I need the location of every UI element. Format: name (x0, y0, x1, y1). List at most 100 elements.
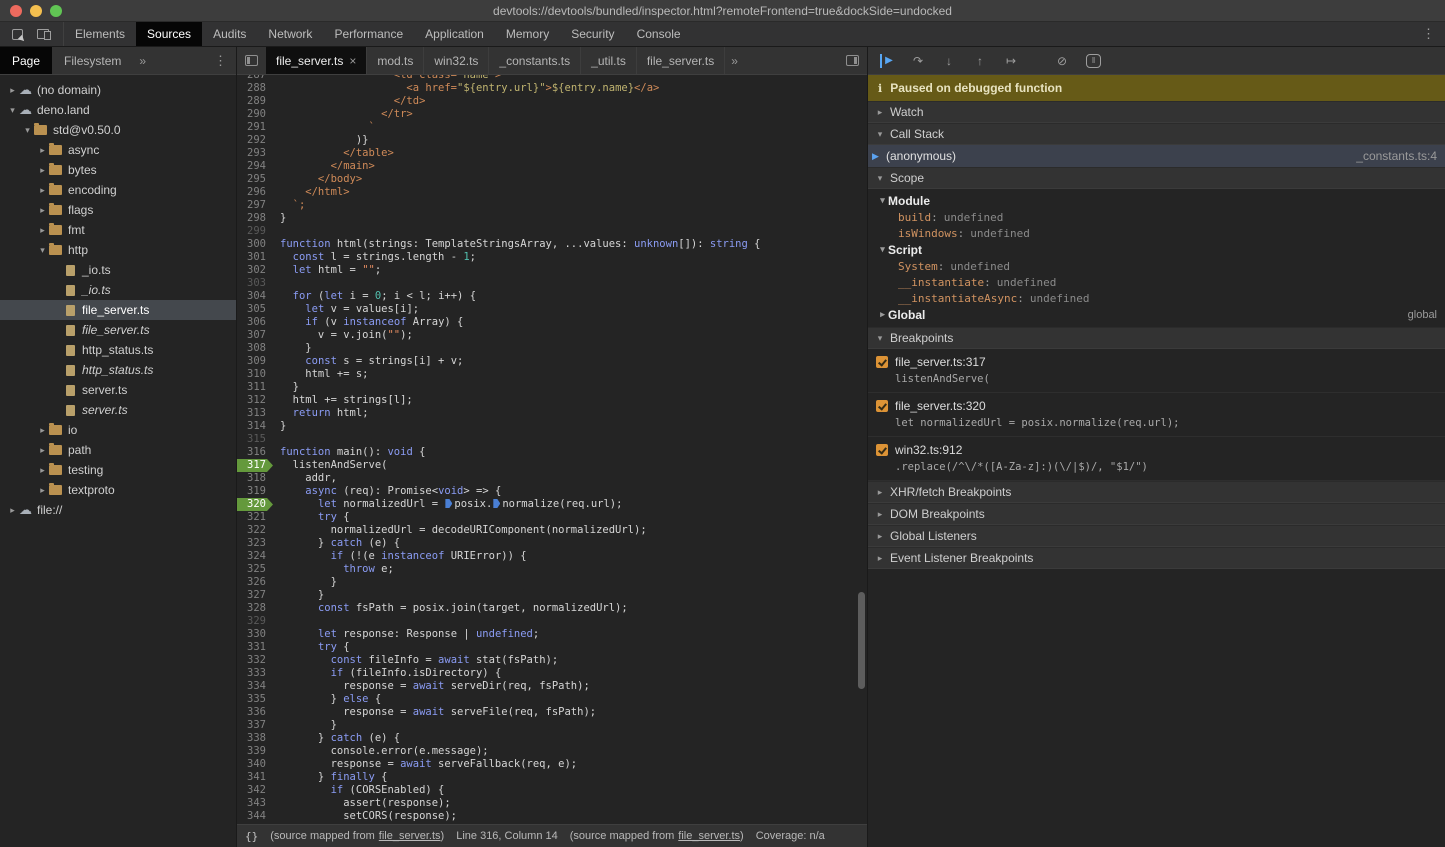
editor-tab-util-ts[interactable]: _util.ts (581, 47, 637, 74)
navigator-menu-icon[interactable]: ⋮ (205, 47, 236, 74)
device-toolbar-icon[interactable] (37, 29, 49, 39)
inline-breakpoint-marker[interactable] (493, 499, 500, 508)
line-number[interactable]: 337 (237, 719, 273, 732)
tab-memory[interactable]: Memory (495, 22, 560, 46)
line-number[interactable]: 316 (237, 446, 273, 459)
close-tab-icon[interactable]: × (349, 54, 356, 68)
tab-console[interactable]: Console (626, 22, 692, 46)
section-scope[interactable]: ▾ Scope (868, 167, 1445, 189)
line-number[interactable]: 318 (237, 472, 273, 485)
tree-item-no-domain[interactable]: ▸☁(no domain) (0, 80, 236, 100)
source-text[interactable]: </html> (273, 186, 350, 199)
tree-item-bytes[interactable]: ▸bytes (0, 160, 236, 180)
disclosure-triangle-icon[interactable]: ▸ (36, 205, 49, 216)
tab-security[interactable]: Security (560, 22, 625, 46)
source-text[interactable]: addr, (273, 472, 337, 485)
line-number[interactable]: 314 (237, 420, 273, 433)
source-text[interactable]: if (fileInfo.isDirectory) { (273, 667, 501, 680)
line-number[interactable]: 300 (237, 238, 273, 251)
resume-button[interactable]: ▶ (880, 54, 894, 68)
disclosure-triangle-icon[interactable]: ▸ (36, 445, 49, 456)
tab-sources[interactable]: Sources (136, 22, 202, 46)
frame-location[interactable]: _constants.ts:4 (1356, 149, 1437, 163)
source-text[interactable]: console.error(e.message); (273, 745, 489, 758)
line-number[interactable]: 306 (237, 316, 273, 329)
source-text[interactable]: for (let i = 0; i < l; i++) { (273, 290, 476, 303)
line-number[interactable]: 325 (237, 563, 273, 576)
section-xhr-fetch-breakpoints[interactable]: ▸XHR/fetch Breakpoints (868, 481, 1445, 503)
toggle-debugger-panel-button[interactable] (838, 47, 867, 74)
source-text[interactable] (273, 615, 280, 628)
tab-audits[interactable]: Audits (202, 22, 257, 46)
line-number[interactable]: 302 (237, 264, 273, 277)
step-into-button[interactable]: ↓ (942, 54, 956, 68)
breakpoint-checkbox[interactable] (876, 400, 888, 412)
source-text[interactable]: } (273, 576, 337, 589)
line-number[interactable]: 335 (237, 693, 273, 706)
source-text[interactable]: normalizedUrl = decodeURIComponent(norma… (273, 524, 647, 537)
source-text[interactable]: return html; (273, 407, 369, 420)
tree-item-io-ts[interactable]: _io.ts (0, 280, 236, 300)
editor-tab-constants-ts[interactable]: _constants.ts (489, 47, 581, 74)
source-text[interactable]: )} (273, 134, 369, 147)
section-dom-breakpoints[interactable]: ▸DOM Breakpoints (868, 503, 1445, 525)
source-text[interactable]: try { (273, 511, 350, 524)
line-number[interactable]: 323 (237, 537, 273, 550)
line-number[interactable]: 326 (237, 576, 273, 589)
line-number[interactable]: 287 (237, 75, 273, 82)
breakpoint-location[interactable]: win32.ts:912 (895, 443, 962, 457)
source-text[interactable]: let v = values[i]; (273, 303, 419, 316)
line-number[interactable]: 344 (237, 810, 273, 823)
section-call-stack[interactable]: ▾ Call Stack (868, 123, 1445, 145)
source-text[interactable] (273, 433, 280, 446)
line-number[interactable]: 291 (237, 121, 273, 134)
more-options-icon[interactable]: ⋮ (1412, 22, 1445, 46)
disclosure-triangle-icon[interactable]: ▸ (36, 165, 49, 176)
line-number[interactable]: 307 (237, 329, 273, 342)
line-number[interactable]: 331 (237, 641, 273, 654)
editor-tab-file-server-ts[interactable]: file_server.ts (637, 47, 725, 74)
source-text[interactable]: async (req): Promise<void> => { (273, 485, 501, 498)
line-number[interactable]: 308 (237, 342, 273, 355)
line-number[interactable]: 301 (237, 251, 273, 264)
tree-item-io[interactable]: ▸io (0, 420, 236, 440)
line-number[interactable]: 294 (237, 160, 273, 173)
source-text[interactable] (273, 277, 280, 290)
pause-on-exceptions-button[interactable]: ‖ (1086, 54, 1101, 68)
toggle-navigator-button[interactable] (237, 47, 266, 74)
disclosure-triangle-icon[interactable]: ▸ (6, 85, 19, 96)
source-mapped-link-2[interactable]: file_server.ts (678, 830, 740, 842)
disclosure-triangle-icon[interactable]: ▾ (21, 125, 34, 136)
inline-breakpoint-marker[interactable] (445, 499, 452, 508)
line-number[interactable]: 322 (237, 524, 273, 537)
source-text[interactable]: </body> (273, 173, 362, 186)
editor-tab-win32-ts[interactable]: win32.ts (424, 47, 489, 74)
line-number[interactable]: 295 (237, 173, 273, 186)
disclosure-triangle-icon[interactable]: ▸ (6, 505, 19, 516)
editor-tab-file-server-ts[interactable]: file_server.ts× (266, 47, 367, 74)
line-number[interactable]: 315 (237, 433, 273, 446)
line-number[interactable]: 328 (237, 602, 273, 615)
line-number[interactable]: 329 (237, 615, 273, 628)
source-text[interactable]: response = await serveFile(req, fsPath); (273, 706, 596, 719)
source-text[interactable]: if (CORSEnabled) { (273, 784, 444, 797)
source-text[interactable]: function html(strings: TemplateStringsAr… (273, 238, 760, 251)
source-text[interactable]: v = v.join(""); (273, 329, 413, 342)
source-text[interactable]: <td class="name"> (273, 75, 501, 82)
source-text[interactable]: html += s; (273, 368, 369, 381)
tree-item-async[interactable]: ▸async (0, 140, 236, 160)
tree-item-deno-land[interactable]: ▾☁deno.land (0, 100, 236, 120)
tree-item-textproto[interactable]: ▸textproto (0, 480, 236, 500)
source-text[interactable]: } (273, 719, 337, 732)
editor-tab-mod-ts[interactable]: mod.ts (367, 47, 424, 74)
source-text[interactable]: assert(response); (273, 797, 451, 810)
source-text[interactable]: } else { (273, 693, 381, 706)
breakpoint-line-number[interactable]: 320 (237, 498, 273, 511)
line-number[interactable]: 311 (237, 381, 273, 394)
breakpoint-snippet[interactable]: listenAndServe( (895, 373, 1445, 385)
line-number[interactable]: 292 (237, 134, 273, 147)
source-text[interactable]: } catch (e) { (273, 537, 400, 550)
tree-item-file[interactable]: ▸☁file:// (0, 500, 236, 520)
source-text[interactable]: const fileInfo = await stat(fsPath); (273, 654, 558, 667)
line-number[interactable]: 289 (237, 95, 273, 108)
